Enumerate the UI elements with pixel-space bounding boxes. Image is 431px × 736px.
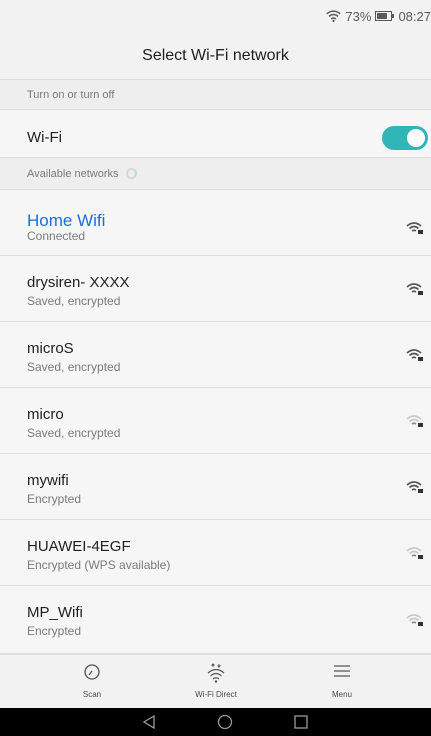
back-icon[interactable]: [141, 714, 157, 730]
wifi-locked-icon: [406, 481, 423, 493]
wifi-toggle-switch[interactable]: [382, 126, 428, 150]
scan-button[interactable]: Scan: [32, 655, 152, 709]
network-name: Home Wifi: [27, 211, 106, 230]
battery-percent: 73%: [345, 8, 372, 24]
network-name: MP_Wifi: [27, 604, 83, 621]
network-row[interactable]: drysiren- XXXX Saved, encrypted: [0, 256, 431, 322]
loading-spinner-icon: [125, 168, 137, 179]
network-name: HUAWEI-4EGF: [27, 538, 131, 555]
network-status: Saved, encrypted: [27, 426, 121, 440]
network-row[interactable]: HUAWEI-4EGF Encrypted (WPS available): [0, 520, 431, 586]
home-icon[interactable]: [217, 714, 233, 730]
wifi-direct-button[interactable]: Wi-Fi Direct: [156, 655, 276, 709]
network-status: Connected: [27, 229, 86, 243]
status-bar: 73% 08:27: [0, 0, 431, 32]
clock: 08:27: [398, 8, 431, 24]
wifi-locked-icon: [406, 349, 423, 361]
network-name: microS: [27, 340, 74, 357]
bottom-action-bar: Scan Wi-Fi Direct Menu: [0, 654, 431, 708]
wifi-toggle-row[interactable]: Wi-Fi: [0, 110, 431, 158]
network-status: Encrypted (WPS available): [27, 558, 171, 572]
wifi-direct-label: Wi-Fi Direct: [195, 690, 237, 699]
wifi-locked-icon: [406, 283, 423, 295]
page-title-text: Select Wi-Fi network: [142, 46, 289, 64]
wifi-weak-locked-icon: [406, 614, 423, 626]
network-row[interactable]: micro Saved, encrypted: [0, 388, 431, 454]
section-header-networks: Available networks: [0, 158, 431, 190]
status-indicators: 73% 08:27: [326, 8, 431, 24]
recents-icon[interactable]: [293, 714, 309, 730]
network-row[interactable]: Home Wifi Connected: [0, 190, 431, 256]
network-name: micro: [27, 406, 64, 423]
network-status: Encrypted: [27, 624, 82, 638]
wifi-signal-icon: [326, 10, 342, 22]
network-status: Saved, encrypted: [27, 360, 121, 374]
scan-label: Scan: [82, 690, 102, 699]
network-row[interactable]: MP_Wifi Encrypted: [0, 586, 431, 654]
network-name: mywifi: [27, 472, 69, 489]
menu-icon: [334, 665, 350, 677]
scan-icon: [84, 664, 100, 680]
wifi-toggle-label: Wi-Fi: [27, 129, 62, 146]
system-nav-bar: [0, 708, 431, 736]
toggle-knob: [407, 129, 425, 147]
wifi-weak-locked-icon: [406, 547, 423, 559]
battery-icon: [375, 11, 395, 21]
section-header-toggle-label: Turn on or turn off: [27, 88, 115, 101]
network-status: Encrypted: [27, 492, 82, 506]
network-row[interactable]: microS Saved, encrypted: [0, 322, 431, 388]
wifi-weak-locked-icon: [406, 415, 423, 427]
section-header-toggle: Turn on or turn off: [0, 80, 431, 110]
page-title: Select Wi-Fi network: [0, 32, 431, 80]
network-row[interactable]: mywifi Encrypted: [0, 454, 431, 520]
network-name: drysiren- XXXX: [27, 274, 130, 291]
section-header-networks-label: Available networks: [27, 167, 119, 180]
menu-label: Menu: [331, 690, 352, 699]
menu-button[interactable]: Menu: [282, 655, 402, 709]
wifi-direct-icon: [207, 663, 225, 683]
wifi-locked-icon: [406, 222, 423, 234]
network-status: Saved, encrypted: [27, 294, 121, 308]
